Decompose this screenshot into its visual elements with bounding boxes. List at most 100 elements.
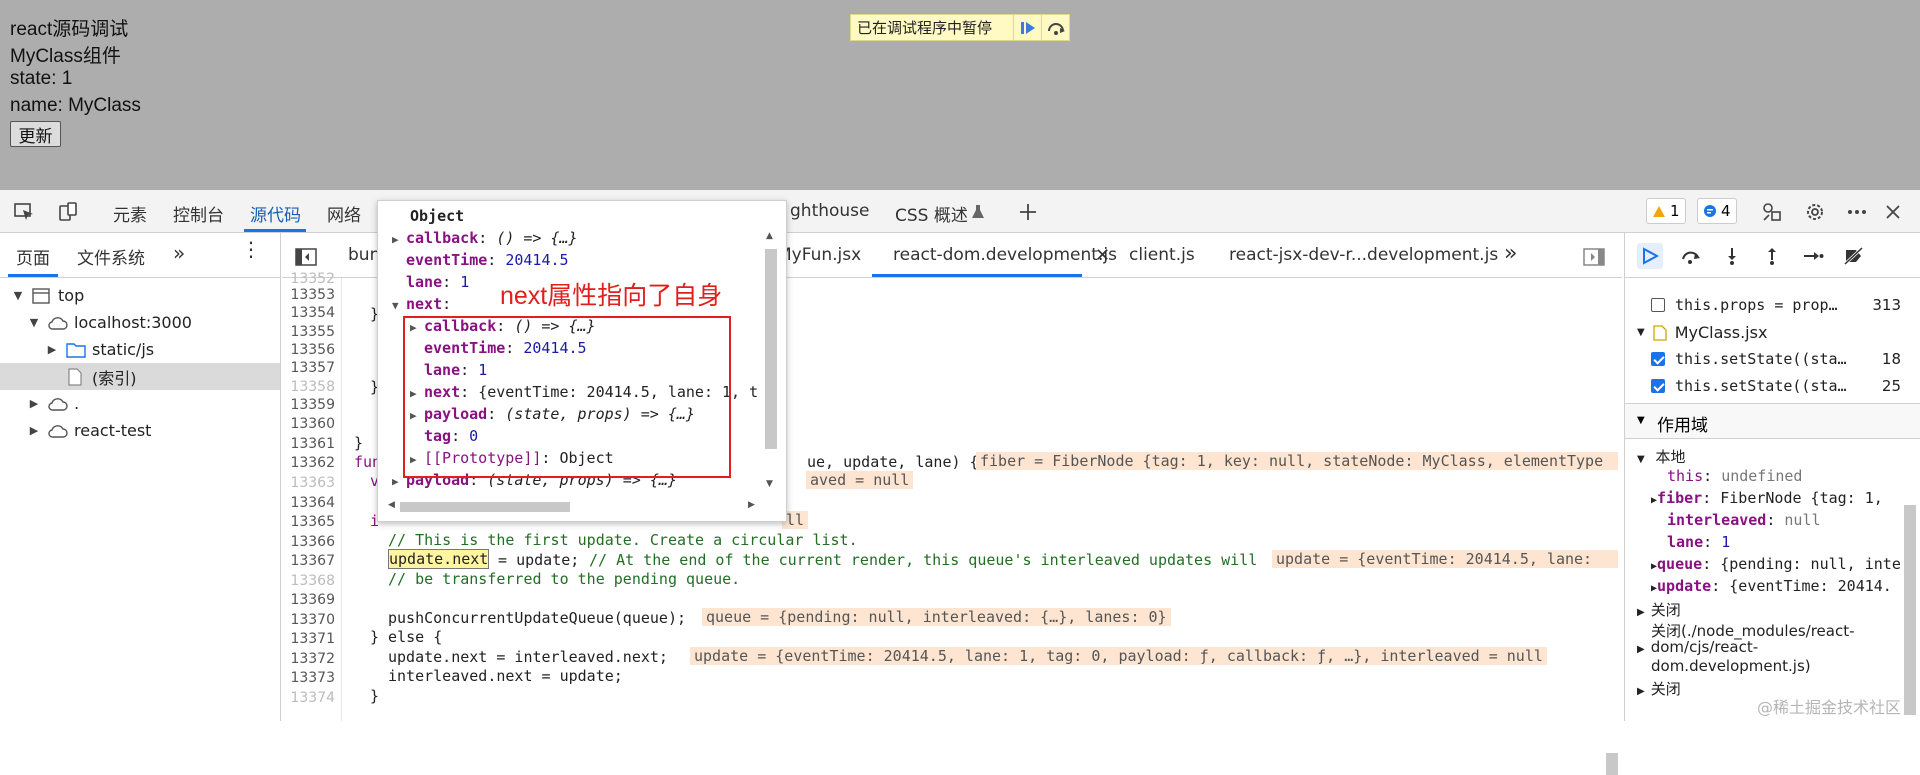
editor-tab-react-jsx-dev-runtime[interactable]: react-jsx-dev-r...development.js [1229,245,1498,265]
scope-var-lane[interactable]: lane: 1 [1667,533,1730,551]
line-number[interactable]: 13361 [290,436,335,452]
editor-scrollbar[interactable] [1604,523,1620,775]
line-number[interactable]: 13368 [290,573,335,589]
tab-filesystem[interactable]: 文件系统 [77,244,145,269]
line-number[interactable]: 13363 [290,475,335,491]
line-number[interactable]: 13359 [290,397,335,413]
scope-var-update[interactable]: ▶update: {eventTime: 20414. [1651,577,1892,595]
more-options-icon[interactable] [1845,200,1869,224]
editor-tab-bundle[interactable]: bun [348,245,380,265]
tree-item-dot[interactable]: ▶ . [0,390,280,417]
tab-css-overview[interactable]: CSS 概述 [895,201,968,226]
update-button[interactable]: 更新 [10,121,61,147]
warnings-badge[interactable]: 1 [1646,198,1686,224]
messages-badge[interactable]: 4 [1697,198,1737,224]
line-number[interactable]: 13360 [290,416,335,432]
tree-item-label: static/js [92,340,155,359]
inspect-element-icon[interactable] [12,200,36,224]
scope-var-interleaved[interactable]: interleaved: null [1667,511,1821,529]
closure-scope-3[interactable]: ▶ 关闭 [1637,678,1681,699]
tree-item-localhost[interactable]: ▼ localhost:3000 [0,309,280,336]
device-toolbar-icon[interactable] [56,200,80,224]
popover-scrollbar-thumb[interactable] [765,249,777,449]
breakpoint-file-group[interactable]: ▼ MyClass.jsx [1637,323,1887,342]
breakpoint-row[interactable]: this.setState((sta… 25 [1651,377,1901,395]
popover-horizontal-scrollbar[interactable]: ◀ ▶ [388,499,758,515]
editor-scrollbar-thumb[interactable] [1606,753,1618,775]
tab-sources[interactable]: 源代码 [250,201,301,226]
step-into-icon[interactable] [1719,243,1745,269]
scroll-left-icon[interactable]: ◀ [388,500,395,510]
tab-elements[interactable]: 元素 [113,201,147,226]
line-number[interactable]: 13373 [290,670,335,686]
resume-icon[interactable] [1637,243,1663,269]
breakpoint-row[interactable]: this.props = prop… 313 [1651,296,1901,314]
toggle-debugger-icon[interactable] [1582,245,1606,269]
closure-scope-1[interactable]: ▶ 关闭 [1637,599,1681,620]
editor-tab-client[interactable]: client.js [1129,245,1195,265]
line-number[interactable]: 13374 [290,690,335,706]
line-number[interactable]: 13362 [290,455,335,471]
line-number[interactable]: 13371 [290,631,335,647]
line-number[interactable]: 13353 [290,287,335,303]
line-number[interactable]: 13355 [290,324,335,340]
prop-next[interactable]: ▼ next: [392,295,451,313]
scroll-down-icon[interactable]: ▼ [766,479,773,489]
breakpoint-row[interactable]: this.setState((sta… 18 [1651,350,1901,368]
popover-hscroll-thumb[interactable] [400,502,570,512]
deactivate-breakpoints-icon[interactable] [1841,243,1867,269]
scope-var-fiber[interactable]: ▶fiber: FiberNode {tag: 1, [1651,489,1883,507]
customize-icon[interactable] [1760,200,1784,224]
line-number[interactable]: 13367 [290,553,335,569]
line-number[interactable]: 13354 [290,305,335,321]
gear-icon[interactable] [1803,200,1827,224]
code-line: } [354,434,364,452]
tree-item-static-js[interactable]: ▶ static/js [0,336,280,363]
devtools-toolbar: 元素 控制台 源代码 网络 ghthouse CSS 概述 1 4 [0,190,1920,233]
line-number[interactable]: 13369 [290,592,335,608]
scope-var-this[interactable]: this: undefined [1667,467,1802,485]
toggle-navigator-icon[interactable] [294,245,318,269]
tree-item-react-test[interactable]: ▶ react-test [0,417,280,444]
step-over-icon[interactable] [1678,243,1704,269]
line-number[interactable]: 13365 [290,514,335,530]
close-icon[interactable] [1881,200,1905,224]
more-options-icon[interactable]: ⋮ [241,237,262,261]
tab-page[interactable]: 页面 [16,244,50,269]
tree-item-top[interactable]: ▼ top [0,282,280,309]
close-tab-icon[interactable]: ✕ [1095,245,1110,266]
editor-tab-myfun[interactable]: MyFun.jsx [777,245,861,265]
debugger-scrollbar-thumb[interactable] [1904,505,1916,715]
tab-console[interactable]: 控制台 [173,201,224,226]
resume-icon[interactable] [1013,15,1041,40]
tab-network[interactable]: 网络 [327,201,361,226]
step-out-icon[interactable] [1759,243,1785,269]
scroll-up-icon[interactable]: ▲ [766,231,773,241]
line-number[interactable]: 13372 [290,651,335,667]
breakpoint-checkbox[interactable] [1651,379,1665,393]
more-tabs-icon[interactable]: » [1504,241,1517,266]
prop-callback[interactable]: ▶ callback: () => {…} [392,229,578,247]
step-over-icon[interactable] [1041,15,1069,40]
scroll-right-icon[interactable]: ▶ [748,500,755,510]
line-number[interactable]: 13352 [290,271,335,287]
more-tabs-icon[interactable]: » [173,241,185,265]
tab-lighthouse[interactable]: ghthouse [790,201,870,221]
line-number[interactable]: 13356 [290,342,335,358]
editor-tab-react-dom[interactable]: react-dom.development.js [893,245,1117,265]
line-number[interactable]: 13364 [290,495,335,511]
add-tab-icon[interactable] [1016,200,1040,224]
scope-var-queue[interactable]: ▶queue: {pending: null, inte [1651,555,1901,573]
breakpoint-checkbox[interactable] [1651,352,1665,366]
breakpoint-code: this.setState((sta… [1675,377,1847,395]
popover-vertical-scrollbar[interactable]: ▲ ▼ [762,231,780,491]
scope-section-header[interactable]: ▼ 作用域 [1625,403,1920,439]
tree-item-index[interactable]: (索引) [0,363,280,390]
step-icon[interactable] [1800,243,1826,269]
local-scope-header[interactable]: ▼ 本地 [1637,446,1686,467]
line-number[interactable]: 13358 [290,379,335,395]
breakpoint-checkbox[interactable] [1651,298,1665,312]
line-number[interactable]: 13366 [290,534,335,550]
line-number[interactable]: 13357 [290,360,335,376]
line-number[interactable]: 13370 [290,612,335,628]
